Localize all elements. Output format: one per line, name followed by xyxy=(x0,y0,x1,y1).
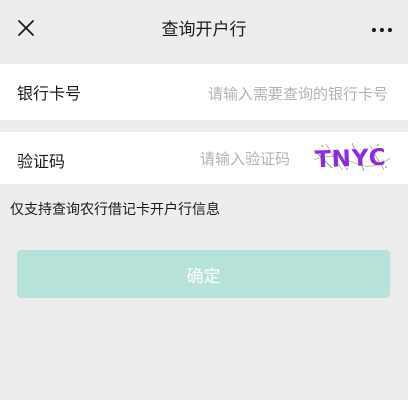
more-dots-icon[interactable] xyxy=(370,22,394,38)
card-number-row: 银行卡号 xyxy=(0,64,408,120)
card-number-label: 银行卡号 xyxy=(17,84,82,103)
close-icon[interactable] xyxy=(14,16,38,40)
verification-code-input[interactable] xyxy=(150,148,290,170)
captcha-text: TNYC xyxy=(315,145,388,173)
verification-code-label: 验证码 xyxy=(17,152,66,171)
support-notice: 仅支持查询农行借记卡开户行信息 xyxy=(10,202,220,218)
card-number-input[interactable] xyxy=(120,82,388,106)
confirm-button[interactable]: 确定 xyxy=(17,250,390,298)
nav-bar: 查询开户行 xyxy=(0,0,408,56)
captcha-image[interactable]: TNYC xyxy=(312,140,392,174)
verification-code-row: 验证码 TNYC xyxy=(0,132,408,184)
page-title: 查询开户行 xyxy=(161,20,247,40)
